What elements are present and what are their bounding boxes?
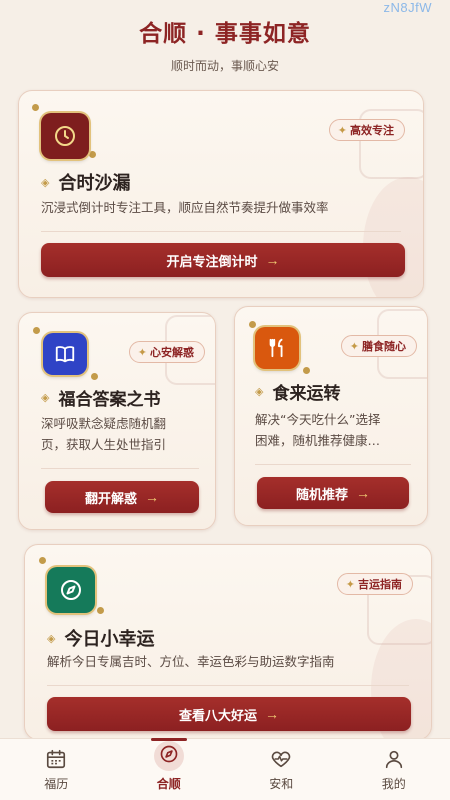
card-title-answer-book: ◈ 福合答案之书 [41,390,161,410]
arrow-right-icon: → [265,252,280,268]
tab-mine[interactable]: 我的 [338,739,450,800]
book-icon [43,333,87,375]
sparkle-icon: ✦ [345,577,355,591]
arrow-right-icon: → [356,485,370,501]
bottom-tab-bar: 福历 合顺 安和 我的 [0,738,450,800]
card-desc-daily-luck: 解析今日专属吉时、方位、幸运色彩与助运数字指南 [47,654,335,669]
card-food-luck[interactable]: ✦ 膳食随心 ◈ 食来运转 解决“今天吃什么”选择 困难，随机推荐健康… 随机推… [234,306,428,526]
heartbeat-icon [271,751,291,768]
start-focus-button[interactable]: 开启专注倒计时 → [41,243,405,277]
sparkle-icon: ✦ [349,339,359,353]
badge-meal: ✦ 膳食随心 [340,335,417,357]
sparkle-icon: ✦ [337,123,347,137]
badge-luck-guide: ✦ 吉运指南 [336,573,413,595]
arrow-right-icon: → [265,706,279,722]
tab-anhe[interactable]: 安和 [225,739,338,800]
user-icon [385,750,402,769]
tab-calendar[interactable]: 福历 [0,739,113,800]
watermark: zN8JfW [383,0,432,15]
page-header: 合顺 · 事事如意 顺时而动，事顺心安 [0,0,450,74]
diamond-icon: ◈ [41,175,50,189]
badge-focus: ✦ 高效专注 [328,119,405,141]
clock-icon [41,113,89,159]
card-answer-book[interactable]: ✦ 心安解惑 ◈ 福合答案之书 深呼吸默念疑虑随机翻 页，获取人生处世指引 翻开… [18,312,216,530]
badge-relief: ✦ 心安解惑 [128,341,205,363]
page-title: 合顺 · 事事如意 [139,21,311,47]
calendar-icon [47,749,66,769]
compass-icon [47,567,95,613]
card-title-food-luck: ◈ 食来运转 [255,384,341,404]
sparkle-icon: ✦ [137,345,147,359]
card-desc-answer-book: 深呼吸默念疑虑随机翻 页，获取人生处世指引 [41,416,167,452]
arrow-right-icon: → [145,489,159,505]
page-subtitle: 顺时而动，事顺心安 [170,59,279,73]
card-desc-food-luck: 解决“今天吃什么”选择 困难，随机推荐健康… [255,412,381,448]
tab-heshun[interactable]: 合顺 [113,738,226,800]
fork-knife-icon [255,327,299,369]
card-hourglass[interactable]: ✦ 高效专注 ◈ 合时沙漏 沉浸式倒计时专注工具，顺应自然节奏提升做事效率 开启… [18,90,424,298]
diamond-icon: ◈ [47,631,56,645]
random-recommend-button[interactable]: 随机推荐 → [257,477,409,509]
card-title-hourglass: ◈ 合时沙漏 [41,173,131,194]
card-desc-hourglass: 沉浸式倒计时专注工具，顺应自然节奏提升做事效率 [41,200,329,215]
diamond-icon: ◈ [41,391,50,404]
view-luck-button[interactable]: 查看八大好运 → [47,697,411,731]
open-answer-button[interactable]: 翻开解惑 → [45,481,199,513]
diamond-icon: ◈ [255,385,264,398]
card-daily-luck[interactable]: ✦ 吉运指南 ◈ 今日小幸运 解析今日专属吉时、方位、幸运色彩与助运数字指南 查… [24,544,432,740]
card-title-daily-luck: ◈ 今日小幸运 [47,629,155,650]
compass-icon [153,741,184,771]
